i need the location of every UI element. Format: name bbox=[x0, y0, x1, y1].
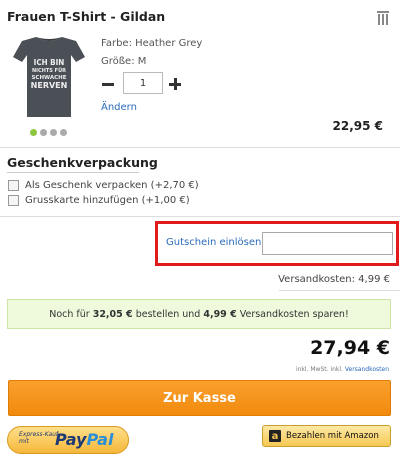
shipping-cost: Versandkosten: 4,99 € bbox=[278, 274, 390, 285]
paypal-caption: Express-Kauf mit bbox=[19, 431, 58, 445]
vat-note: inkl. MwSt. inkl. Versandkosten bbox=[296, 366, 389, 373]
color-dot[interactable] bbox=[60, 129, 67, 136]
change-link[interactable]: Ändern bbox=[101, 102, 137, 113]
product-color: Farbe: Heather Grey bbox=[101, 38, 203, 49]
checkout-button[interactable]: Zur Kasse bbox=[8, 380, 391, 416]
product-price: 22,95 € bbox=[332, 119, 383, 133]
color-dot-active[interactable] bbox=[30, 129, 37, 136]
notice-shipping: 4,99 € bbox=[203, 308, 237, 320]
shirt-print-line: NERVEN bbox=[31, 81, 68, 90]
product-title: Frauen T-Shirt - Gildan bbox=[7, 9, 166, 24]
greeting-card-option[interactable]: Grusskarte hinzufügen (+1,00 €) bbox=[8, 195, 190, 206]
paypal-caption-line: Express-Kauf bbox=[19, 431, 59, 438]
trash-icon[interactable] bbox=[377, 11, 389, 25]
paypal-caption-line: mit bbox=[19, 438, 29, 445]
total-price: 27,94 € bbox=[310, 337, 390, 359]
gift-wrap-label: Als Geschenk verpacken (+2,70 €) bbox=[25, 180, 199, 191]
coupon-label[interactable]: Gutschein einlösen bbox=[166, 237, 261, 248]
free-shipping-notice: Noch für 32,05 € bestellen und 4,99 € Ve… bbox=[7, 299, 391, 329]
gift-wrap-title: Geschenkverpackung bbox=[7, 155, 158, 170]
amazon-pay-button[interactable]: a Bezahlen mit Amazon bbox=[262, 425, 391, 447]
shipping-info-link[interactable]: Versandkosten bbox=[345, 366, 389, 373]
divider bbox=[279, 290, 400, 291]
amazon-pay-label: Bezahlen mit Amazon bbox=[286, 431, 379, 441]
color-dot[interactable] bbox=[40, 129, 47, 136]
notice-text: bestellen und bbox=[132, 308, 204, 320]
shirt-print-line: ICH BIN bbox=[34, 58, 65, 67]
paypal-logo: PayPal bbox=[55, 430, 113, 449]
product-size: Größe: M bbox=[101, 56, 147, 67]
quantity-increase-icon[interactable] bbox=[167, 76, 183, 92]
paypal-express-button[interactable]: Express-Kauf mit PayPal bbox=[7, 426, 129, 454]
color-dot[interactable] bbox=[50, 129, 57, 136]
amazon-icon: a bbox=[269, 430, 281, 442]
quantity-input[interactable] bbox=[123, 72, 163, 94]
vat-text: inkl. MwSt. inkl. bbox=[295, 366, 345, 373]
tshirt-image[interactable]: ICH BIN NICHTS FÜR SCHWACHE NERVEN bbox=[12, 35, 86, 119]
greeting-card-label: Grusskarte hinzufügen (+1,00 €) bbox=[25, 195, 190, 206]
notice-text: Noch für bbox=[49, 308, 93, 320]
coupon-input[interactable] bbox=[262, 232, 393, 255]
title-underline bbox=[7, 172, 139, 173]
quantity-decrease-icon[interactable] bbox=[100, 76, 116, 92]
divider bbox=[0, 216, 400, 217]
divider bbox=[0, 147, 400, 148]
paypal-logo-pal: Pal bbox=[86, 430, 114, 449]
greeting-card-checkbox[interactable] bbox=[8, 195, 19, 206]
gift-wrap-option[interactable]: Als Geschenk verpacken (+2,70 €) bbox=[8, 180, 199, 191]
color-dots bbox=[30, 129, 67, 136]
notice-amount: 32,05 € bbox=[92, 308, 133, 320]
shirt-print-line: NICHTS FÜR bbox=[32, 67, 66, 74]
notice-text: Versandkosten sparen! bbox=[236, 308, 349, 320]
paypal-logo-pay: Pay bbox=[55, 430, 87, 449]
gift-wrap-checkbox[interactable] bbox=[8, 180, 19, 191]
